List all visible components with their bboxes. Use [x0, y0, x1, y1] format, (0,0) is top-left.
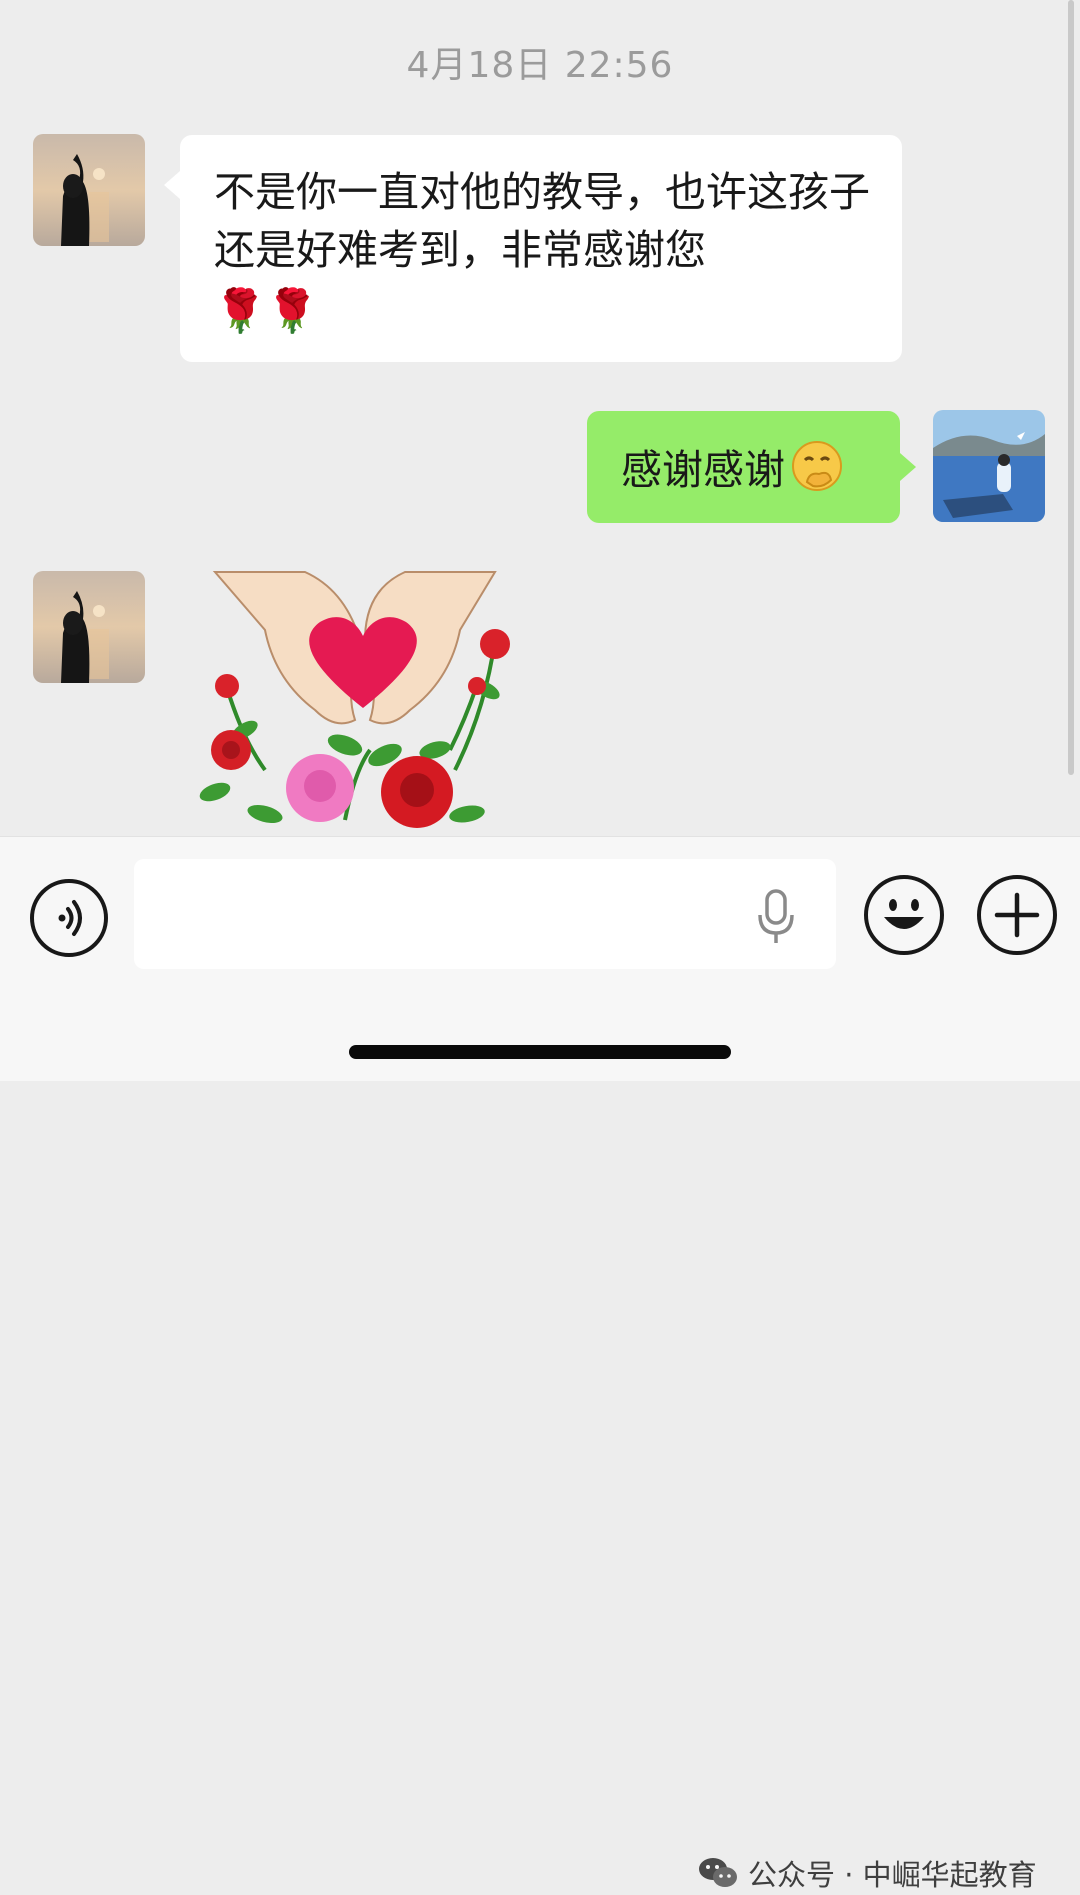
outgoing-message-bubble[interactable]: 感谢感谢: [587, 411, 916, 523]
chat-scrollbar[interactable]: [1068, 0, 1074, 775]
my-avatar[interactable]: [933, 410, 1045, 522]
watermark-label: 公众号 · 中崛华起教育: [748, 1858, 1037, 1892]
message-row: 感谢感谢: [621, 438, 845, 499]
microphone-icon[interactable]: [756, 889, 796, 945]
message-input-bar: 公众号 · 中崛华起教育: [0, 836, 1080, 1892]
message-text: 感谢感谢: [621, 446, 785, 494]
contact-avatar[interactable]: [33, 571, 145, 683]
plus-icon: [994, 892, 1040, 938]
rose-emoji: 🌹🌹: [214, 286, 319, 335]
bubble-tail: [164, 171, 180, 199]
message-text: 不是你一直对他的教导，也许这孩子还是好难考到，非常感谢您: [214, 168, 870, 274]
voice-mode-button[interactable]: [30, 879, 108, 957]
emoji-face-icon: [884, 899, 924, 929]
incoming-message-bubble[interactable]: 不是你一直对他的教导，也许这孩子还是好难考到，非常感谢您 🌹🌹: [164, 135, 902, 362]
wechat-logo-icon: [699, 1858, 737, 1887]
contact-avatar[interactable]: [33, 134, 145, 246]
message-text-input[interactable]: [134, 859, 836, 969]
watermark: 公众号 · 中崛华起教育: [698, 1851, 1037, 1895]
home-indicator[interactable]: [349, 1045, 731, 1059]
bubble-tail: [900, 453, 916, 481]
more-options-button[interactable]: [977, 875, 1057, 955]
chat-area[interactable]: 4月18日 22:56 不是你一直对他的教导，也许这孩子还是好难考到，非常感谢您…: [0, 0, 1080, 836]
emoji-button[interactable]: [864, 875, 944, 955]
heart-hands-roses-sticker[interactable]: [195, 570, 535, 836]
smirk-hand-over-mouth-emoji: [792, 441, 842, 491]
message-timestamp: 4月18日 22:56: [406, 45, 674, 86]
voice-mode-icon: [58, 900, 82, 936]
